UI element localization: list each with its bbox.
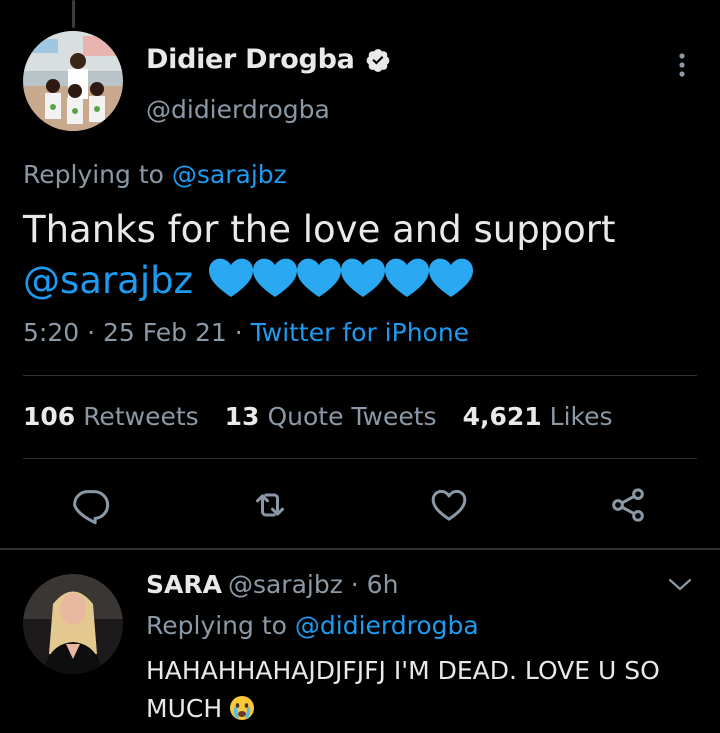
thread-line [72, 0, 75, 28]
author-avatar[interactable] [23, 31, 123, 131]
likes-label: Likes [549, 402, 613, 431]
section-separator [0, 548, 720, 550]
tweet-text-line: Thanks for the love and support [23, 208, 616, 251]
reply-text-body: HAHAHHAHAJDJFJFJ I'M DEAD. LOVE U SO MUC… [146, 656, 660, 723]
retweets-label: Retweets [83, 402, 199, 431]
blue-heart-emoji-icon [429, 258, 474, 297]
retweets-count: 106 [23, 402, 76, 431]
like-icon[interactable] [429, 485, 469, 525]
reply-author-avatar[interactable] [23, 574, 123, 674]
quote-tweets-count: 13 [224, 402, 260, 431]
retweets-stat[interactable]: 106 Retweets [23, 402, 199, 431]
reply-header: SARA @sarajbz · 6h [146, 570, 398, 599]
divider [23, 458, 697, 459]
blue-heart-emoji-icon [253, 258, 298, 297]
author-handle[interactable]: @didierdrogba [146, 95, 330, 124]
reply-author-name[interactable]: SARA [146, 570, 222, 599]
blue-heart-emoji-icon [341, 258, 386, 297]
tweet-mention-link[interactable]: @sarajbz [23, 259, 193, 302]
tweet-source-link[interactable]: Twitter for iPhone [251, 318, 469, 347]
reply-replying-prefix: Replying to [146, 611, 295, 640]
author-name[interactable]: Didier Drogba [146, 44, 355, 75]
reply-text: HAHAHHAHAJDJFJFJ I'M DEAD. LOVE U SO MUC… [146, 652, 706, 728]
reply-time: · 6h [342, 570, 399, 599]
verified-badge-icon [365, 47, 391, 73]
replying-prefix: Replying to [23, 160, 172, 189]
crying-face-emoji-icon [228, 694, 256, 722]
tweet-text-line-2: @sarajbz [23, 255, 693, 306]
tweet-stats: 106 Retweets 13 Quote Tweets 4,621 Likes [23, 402, 613, 431]
more-options-icon[interactable] [672, 50, 692, 80]
share-icon[interactable] [608, 485, 648, 525]
tweet-timestamp: 5:20 · 25 Feb 21 · [23, 318, 251, 347]
reply-replying-to-line: Replying to @didierdrogba [146, 611, 479, 640]
likes-count: 4,621 [462, 402, 542, 431]
author-name-row: Didier Drogba [146, 44, 391, 75]
tweet-meta: 5:20 · 25 Feb 21 · Twitter for iPhone [23, 318, 469, 347]
blue-heart-emojis [207, 255, 474, 299]
quote-tweets-stat[interactable]: 13 Quote Tweets [225, 402, 437, 431]
blue-heart-emoji-icon [297, 258, 342, 297]
reply-replying-to-link[interactable]: @didierdrogba [295, 611, 479, 640]
quote-tweets-label: Quote Tweets [267, 402, 437, 431]
tweet-text: Thanks for the love and support @sarajbz [23, 205, 693, 306]
chevron-down-icon[interactable] [666, 575, 694, 595]
replying-to-link[interactable]: @sarajbz [172, 160, 287, 189]
blue-heart-emoji-icon [385, 258, 430, 297]
likes-stat[interactable]: 4,621 Likes [463, 402, 613, 431]
retweet-icon[interactable] [250, 485, 290, 525]
reply-icon[interactable] [71, 485, 111, 525]
blue-heart-emoji-icon [209, 258, 254, 297]
divider [23, 375, 697, 376]
reply-author-handle[interactable]: @sarajbz [228, 570, 343, 599]
replying-to-line: Replying to @sarajbz [23, 160, 287, 189]
